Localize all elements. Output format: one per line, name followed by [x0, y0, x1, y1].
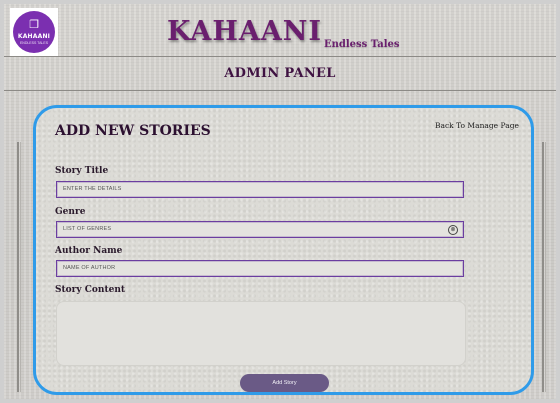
logo-name: KAHAANI — [17, 32, 51, 40]
story-title-label: Story Title — [55, 166, 109, 176]
genre-placeholder: LIST OF GENRES — [63, 226, 112, 232]
back-to-manage-link[interactable]: Back To Manage Page — [435, 121, 519, 130]
story-content-textarea[interactable] — [56, 301, 466, 366]
author-name-label: Author Name — [55, 246, 123, 256]
add-story-button[interactable]: Add Story — [240, 374, 329, 392]
header-divider-top — [4, 56, 556, 57]
header-divider-bottom — [4, 90, 556, 91]
story-title-input[interactable]: ENTER THE DETAILS — [56, 181, 464, 198]
logo-icon: ❐ — [29, 18, 39, 31]
genre-select[interactable]: LIST OF GENRES ⊗ — [56, 221, 464, 238]
left-rail — [17, 142, 21, 392]
clear-icon[interactable]: ⊗ — [448, 225, 458, 235]
story-content-label: Story Content — [55, 285, 126, 295]
logo[interactable]: ❐ KAHAANI ENDLESS TALES — [10, 8, 58, 56]
form-title: ADD NEW STORIES — [55, 123, 211, 139]
story-title-placeholder: ENTER THE DETAILS — [63, 186, 122, 192]
brand-tagline: Endless Tales — [324, 39, 400, 50]
author-name-placeholder: NAME OF AUTHOR — [63, 265, 116, 271]
page-title: ADMIN PANEL — [224, 66, 336, 81]
logo-badge: ❐ KAHAANI ENDLESS TALES — [13, 11, 55, 53]
genre-label: Genre — [55, 207, 86, 217]
page: ❐ KAHAANI ENDLESS TALES KAHAANI Endless … — [4, 4, 556, 399]
author-name-input[interactable]: NAME OF AUTHOR — [56, 260, 464, 277]
brand-title: KAHAANI — [167, 16, 323, 47]
add-story-form: ADD NEW STORIES Back To Manage Page Stor… — [33, 105, 534, 395]
logo-tagline: ENDLESS TALES — [19, 40, 49, 45]
right-rail — [542, 142, 546, 392]
